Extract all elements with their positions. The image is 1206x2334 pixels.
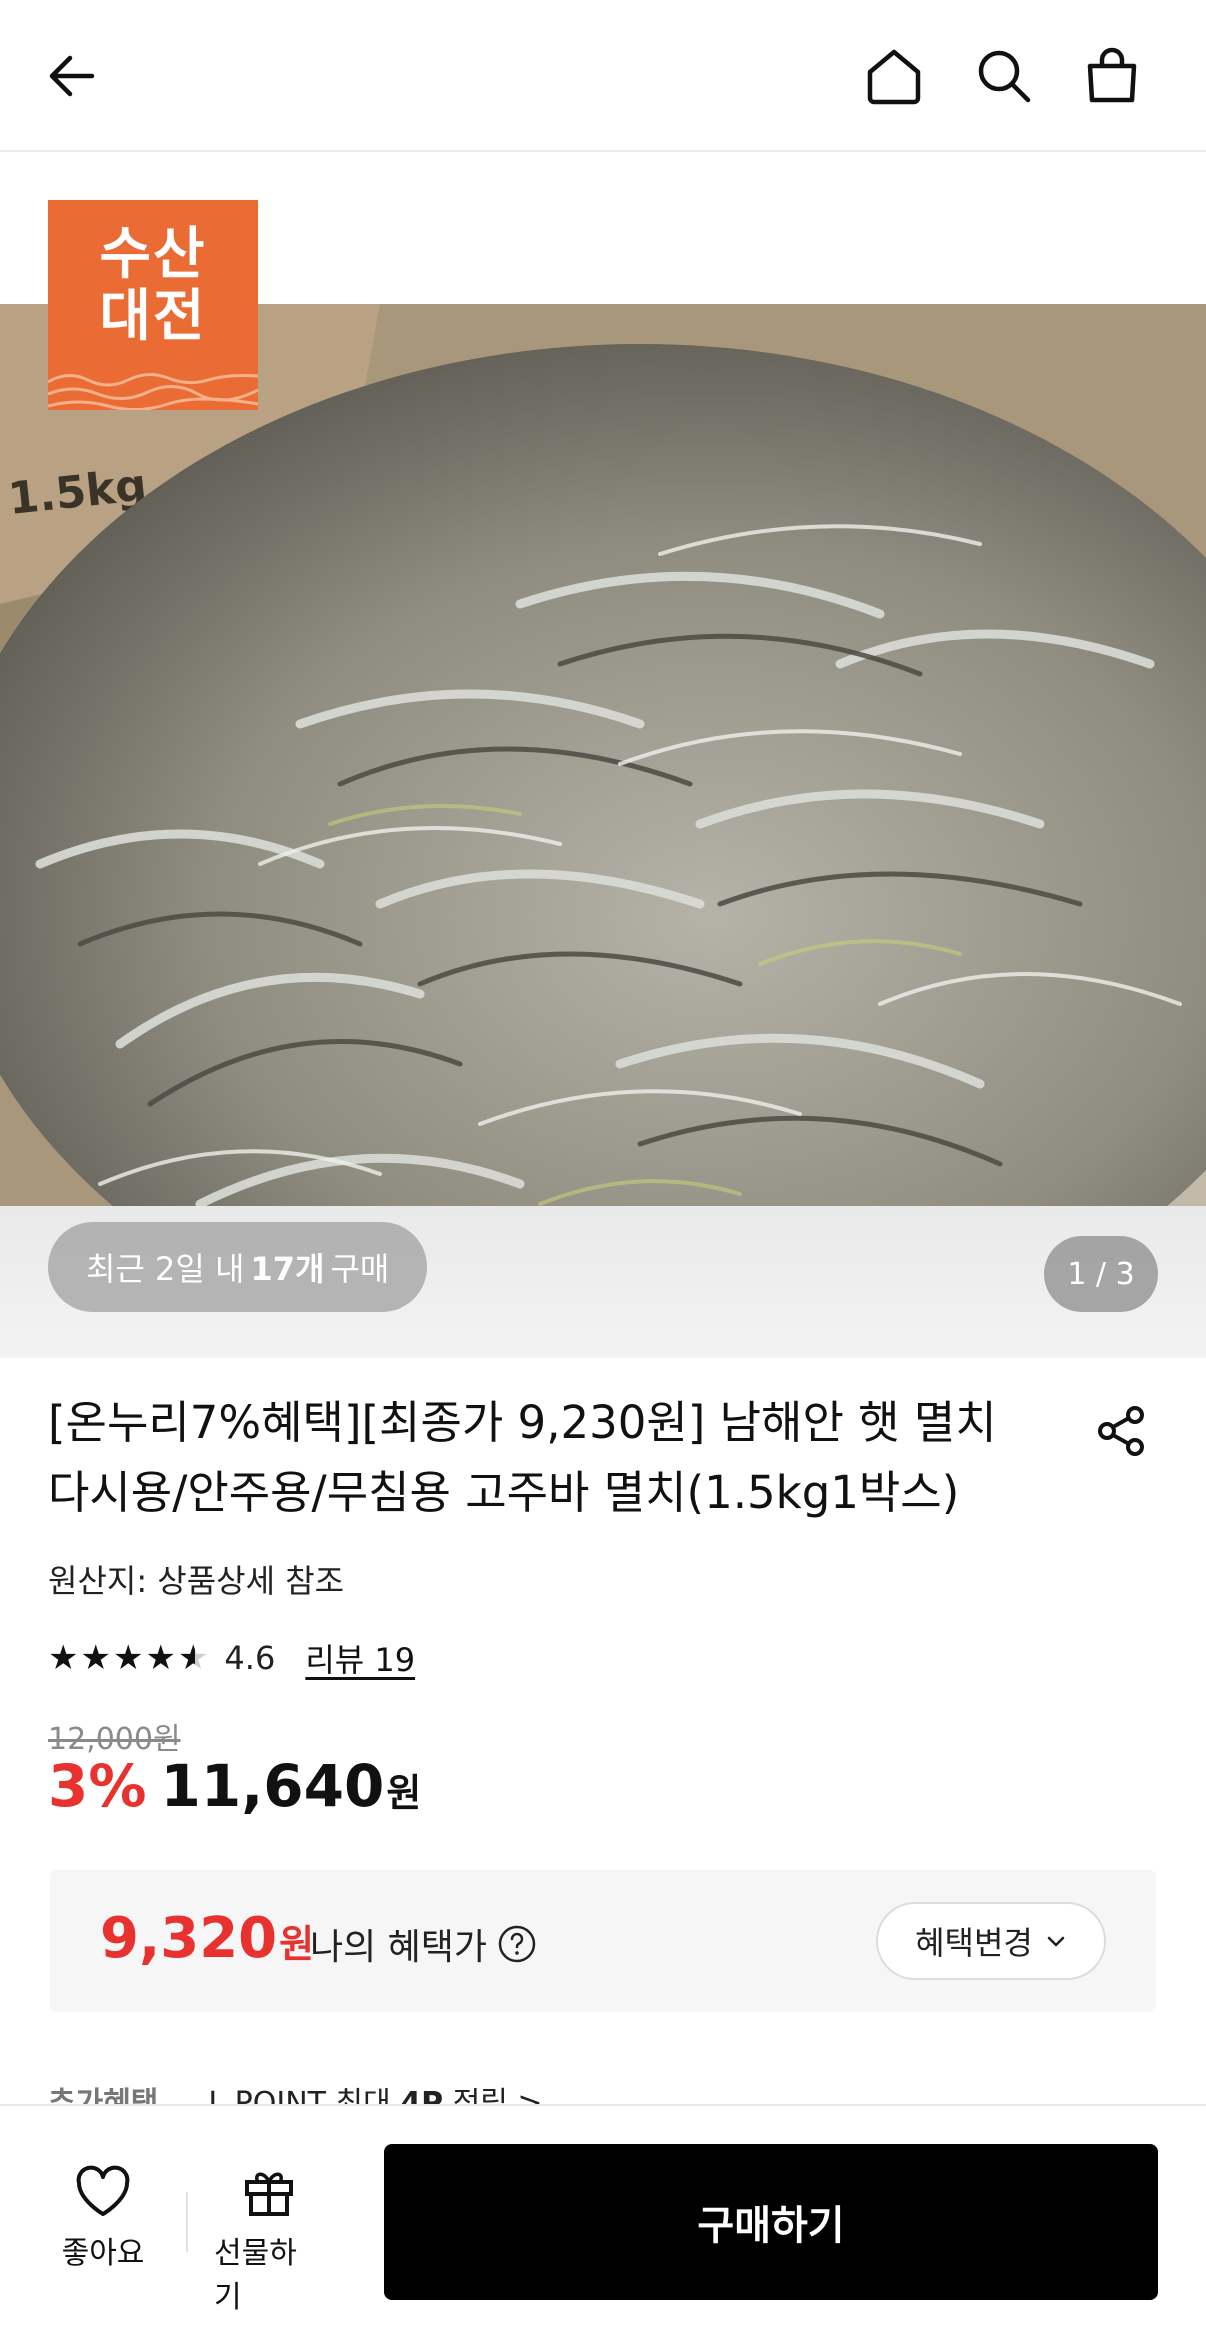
price-row: 3% 11,640 원: [48, 1752, 421, 1832]
chevron-down-icon: [1047, 1936, 1065, 1947]
star-icon: ★: [145, 1638, 176, 1678]
badge-line-1: 수산: [99, 222, 207, 287]
recent-count: 17개: [250, 1250, 325, 1288]
search-button[interactable]: [964, 36, 1044, 116]
star-icon: ★: [112, 1638, 144, 1678]
product-photo-anchovies: 1.5kg: [0, 304, 1206, 1358]
origin-info: 원산지: 상품상세 참조: [48, 1562, 345, 1600]
share-button[interactable]: [1086, 1396, 1156, 1466]
recent-prefix: 최근 2일 내: [86, 1250, 245, 1288]
star-icon: ★: [80, 1638, 111, 1678]
benefit-price-unit: 원: [279, 1922, 315, 1966]
rating-value: 4.6: [224, 1639, 276, 1677]
heart-icon: [76, 2165, 130, 2216]
bottom-action-bar: 좋아요 선물하기 구매하기: [0, 2104, 1206, 2334]
rating-row: ★ ★ ★ ★ ★ 4.6 리뷰 19: [48, 1634, 415, 1682]
half-star-icon: ★: [178, 1641, 208, 1675]
recent-suffix: 구매: [330, 1250, 390, 1288]
gift-button[interactable]: 선물하기: [214, 2164, 324, 2316]
top-nav-bar: [0, 0, 1206, 152]
star-icon: ★: [48, 1638, 79, 1678]
cart-button[interactable]: [1072, 36, 1152, 116]
image-counter: 1 / 3: [1044, 1236, 1158, 1312]
promo-badge: 수산 대전: [48, 200, 258, 410]
benefit-label: 나의 혜택가: [310, 1918, 537, 1970]
buy-button[interactable]: 구매하기: [384, 2144, 1158, 2300]
back-button[interactable]: [32, 36, 112, 116]
bottom-divider: [186, 2192, 188, 2252]
product-gallery[interactable]: 수산 대전 1.5kg 최근 2일 내 17개 구매 1 / 3: [0, 152, 1206, 1358]
benefit-change-button[interactable]: 혜택변경: [876, 1902, 1106, 1980]
benefit-box: 9,320 원 나의 혜택가 혜택변경: [50, 1870, 1156, 2012]
benefit-price: 9,320 원: [100, 1906, 314, 1971]
rating-stars: ★ ★ ★ ★ ★: [48, 1641, 210, 1675]
review-link[interactable]: 리뷰 19: [305, 1635, 415, 1681]
like-button[interactable]: 좋아요: [48, 2164, 158, 2272]
discount-rate: 3%: [48, 1752, 147, 1820]
badge-wave-graphic: [48, 373, 258, 410]
arrow-left-icon: [49, 55, 95, 97]
benefit-price-value: 9,320: [100, 1906, 278, 1971]
search-icon: [978, 50, 1031, 103]
sale-price: 11,640: [160, 1752, 385, 1820]
benefit-label-text: 나의 혜택가: [310, 1927, 488, 1968]
home-button[interactable]: [854, 36, 934, 116]
share-icon: [1098, 1406, 1144, 1456]
home-icon: [867, 49, 921, 105]
help-icon[interactable]: [497, 1924, 537, 1964]
gift-label: 선물하기: [214, 2236, 297, 2315]
recent-purchase-pill: 최근 2일 내 17개 구매: [48, 1222, 428, 1312]
price-unit: 원: [386, 1771, 422, 1815]
gift-icon: [245, 2172, 293, 2216]
benefit-change-label: 혜택변경: [915, 1924, 1033, 1962]
like-label: 좋아요: [61, 2236, 145, 2271]
shopping-bag-icon: [1087, 47, 1137, 103]
badge-line-2: 대전: [99, 284, 207, 349]
product-title: [온누리7%혜택][최종가 9,230원] 남해안 햇 멸치 다시용/안주용/무…: [48, 1396, 997, 1519]
